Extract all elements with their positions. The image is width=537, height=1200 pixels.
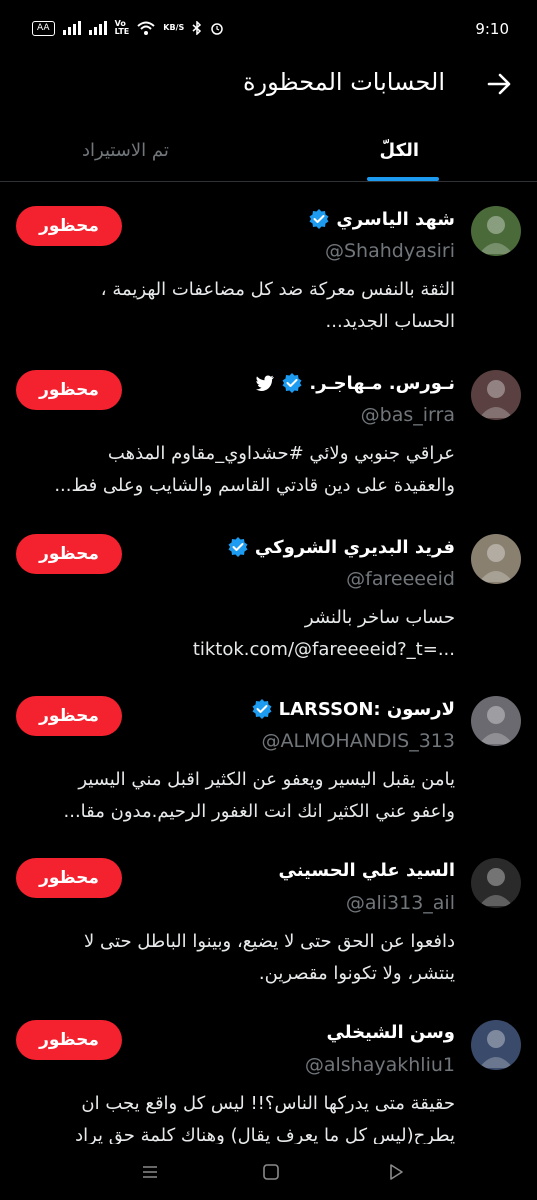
status-icons: AA Vo LTE KB/S bbox=[32, 20, 224, 36]
bio-line: يامن يقبل اليسير ويعفو عن الكثير اقبل من… bbox=[78, 769, 455, 790]
blocked-button[interactable]: محظور bbox=[16, 1020, 122, 1060]
blocked-account-item[interactable]: محظور نـورس. مـهاجـر. @bas_irra عراقي جنوبي… bbox=[0, 370, 537, 530]
bio-line: حقيقة متى يدركها الناس؟!! ليس كل واقع يج… bbox=[81, 1093, 455, 1114]
battery-icon: AA bbox=[32, 20, 55, 36]
blocked-account-item[interactable]: محظور فريد البديري الشروكي @fareeeeid حساب … bbox=[0, 534, 537, 694]
verified-badge-icon bbox=[228, 537, 248, 557]
avatar[interactable] bbox=[471, 858, 521, 908]
avatar[interactable] bbox=[471, 1020, 521, 1070]
bio-line: ينتشر، ولا تكونوا مقصرين. bbox=[258, 963, 455, 984]
account-bio: حقيقة متى يدركها الناس؟!! ليس كل واقع يج… bbox=[15, 1088, 455, 1152]
bio-line: واعفو عني الكثير انك انت الغفور الرحيم.م… bbox=[63, 801, 456, 822]
avatar[interactable] bbox=[471, 534, 521, 584]
avatar[interactable] bbox=[471, 370, 521, 420]
name-row: نـورس. مـهاجـر. bbox=[255, 372, 455, 394]
bio-line: الثقة بالنفس معركة ضد كل مضاعفات الهزيمة… bbox=[100, 279, 455, 300]
bluetooth-icon bbox=[192, 21, 202, 35]
account-name[interactable]: شهد الياسري bbox=[336, 209, 455, 230]
clock: 9:10 bbox=[475, 20, 509, 38]
bio-line: tiktok.com/@fareeeeid?_t=... bbox=[192, 639, 455, 660]
account-name[interactable]: فريد البديري الشروكي bbox=[255, 537, 455, 558]
account-handle[interactable]: @ali313_ail bbox=[346, 892, 455, 914]
account-name[interactable]: السيد علي الحسيني bbox=[278, 860, 455, 881]
account-handle[interactable]: @fareeeeid bbox=[346, 568, 455, 590]
arrow-right-icon[interactable] bbox=[485, 70, 513, 98]
avatar[interactable] bbox=[471, 696, 521, 746]
account-name[interactable]: نـورس. مـهاجـر. bbox=[309, 373, 455, 394]
bio-line: الحساب الجديد... bbox=[325, 311, 456, 332]
account-bio: حساب ساخر بالنشر tiktok.com/@fareeeeid?_t… bbox=[15, 602, 455, 666]
blocked-button[interactable]: محظور bbox=[16, 534, 122, 574]
alarm-icon bbox=[211, 23, 224, 35]
name-row: السيد علي الحسيني bbox=[278, 860, 455, 881]
tab-imported[interactable]: تم الاستيراد bbox=[82, 140, 169, 161]
lte-label: Vo LTE bbox=[114, 19, 130, 36]
verified-badge-icon bbox=[282, 373, 302, 393]
bio-line: حساب ساخر بالنشر bbox=[304, 607, 455, 628]
wifi-icon bbox=[137, 21, 155, 35]
blocked-button[interactable]: محظور bbox=[16, 696, 122, 736]
bio-line: والعقيدة على دين قادتي القاسم والشايب وع… bbox=[54, 475, 455, 496]
blocked-account-item[interactable]: محظور السيد علي الحسيني @ali313_ail دافعوا … bbox=[0, 858, 537, 1018]
name-row: شهد الياسري bbox=[308, 208, 455, 230]
name-row: لارسون :LARSSON bbox=[251, 698, 455, 720]
twitter-bird-icon bbox=[256, 375, 275, 391]
account-bio: يامن يقبل اليسير ويعفو عن الكثير اقبل من… bbox=[15, 764, 456, 828]
avatar[interactable] bbox=[471, 206, 521, 256]
account-name[interactable]: لارسون :LARSSON bbox=[279, 699, 455, 720]
menu-icon[interactable] bbox=[140, 1162, 160, 1182]
verified-badge-icon bbox=[252, 699, 272, 719]
account-bio: دافعوا عن الحق حتى لا يضيع، وبينوا الباط… bbox=[15, 926, 455, 990]
blocked-button[interactable]: محظور bbox=[16, 370, 122, 410]
status-bar: AA Vo LTE KB/S 9:10 bbox=[0, 0, 537, 62]
blocked-account-item[interactable]: محظور شهد الياسري @Shahdyasiri الثقة بالنفس… bbox=[0, 206, 537, 366]
account-bio: الثقة بالنفس معركة ضد كل مضاعفات الهزيمة… bbox=[15, 274, 455, 338]
signal-icon-2 bbox=[88, 21, 107, 35]
tab-bar: الكلّ تم الاستيراد bbox=[0, 120, 537, 182]
header: الحسابات المحظورة bbox=[0, 62, 537, 112]
bio-line: عراقي جنوبي ولائي #حشداوي_مقاوم المذهب bbox=[107, 443, 455, 464]
home-square-icon[interactable] bbox=[261, 1162, 281, 1182]
account-handle[interactable]: @Shahdyasiri bbox=[325, 240, 455, 262]
account-handle[interactable]: @bas_irra bbox=[361, 404, 455, 426]
speed-label: KB/S bbox=[163, 23, 185, 32]
back-triangle-icon[interactable] bbox=[386, 1162, 406, 1182]
name-row: وسن الشيخلي bbox=[327, 1022, 455, 1043]
blocked-button[interactable]: محظور bbox=[16, 206, 122, 246]
active-tab-indicator bbox=[367, 177, 439, 181]
blocked-button[interactable]: محظور bbox=[16, 858, 122, 898]
bio-line: دافعوا عن الحق حتى لا يضيع، وبينوا الباط… bbox=[84, 931, 455, 952]
page-title: الحسابات المحظورة bbox=[242, 68, 445, 96]
account-handle[interactable]: @alshayakhliu1 bbox=[305, 1054, 455, 1076]
tab-all[interactable]: الكلّ bbox=[380, 140, 419, 161]
name-row: فريد البديري الشروكي bbox=[227, 536, 455, 558]
blocked-account-item[interactable]: محظور لارسون :LARSSON @ALMOHANDIS_313 يامن … bbox=[0, 696, 537, 856]
system-nav-bar bbox=[0, 1144, 537, 1200]
signal-icon bbox=[62, 21, 81, 35]
account-bio: عراقي جنوبي ولائي #حشداوي_مقاوم المذهب وا… bbox=[15, 438, 455, 502]
account-handle[interactable]: @ALMOHANDIS_313 bbox=[262, 730, 456, 752]
verified-badge-icon bbox=[309, 209, 329, 229]
account-name[interactable]: وسن الشيخلي bbox=[327, 1022, 455, 1043]
